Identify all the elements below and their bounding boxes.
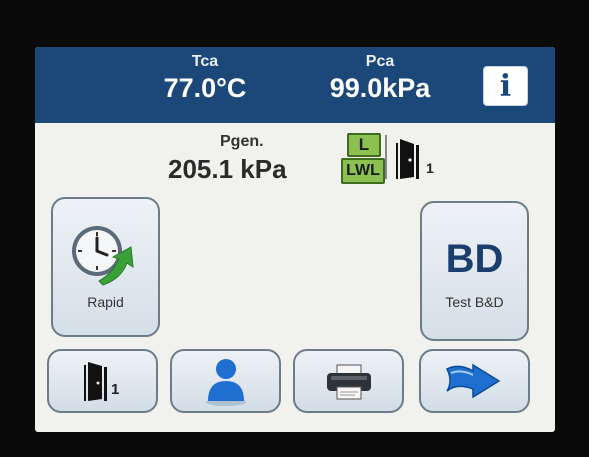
pgen-label: Pgen. (220, 133, 264, 150)
door-status-icon (396, 139, 419, 179)
print-button[interactable] (293, 349, 404, 413)
status-divider (385, 135, 387, 179)
chamber-pressure: Pca 99.0kPa (305, 53, 455, 104)
chamber-temperature: Tca 77.0°C (145, 53, 265, 104)
user-button[interactable] (170, 349, 281, 413)
level-badge-lwl: LWL (341, 158, 385, 184)
rapid-label: Rapid (87, 294, 124, 310)
info-icon: i (499, 68, 512, 104)
pca-value: 99.0kPa (329, 73, 431, 103)
bd-title: BD (445, 237, 504, 281)
tca-label: Tca (191, 53, 219, 70)
touch-screen: Tca 77.0°C Pca 99.0kPa i Pgen. 205.1 kPa… (35, 47, 555, 432)
pca-label: Pca (365, 53, 395, 70)
bowie-dick-test-button[interactable]: BD Test B&D (420, 201, 529, 341)
rapid-cycle-button[interactable]: Rapid (51, 197, 160, 337)
printer-icon (327, 364, 371, 400)
door-icon (84, 362, 107, 401)
user-icon (206, 359, 246, 406)
clock-arrow-icon (72, 226, 134, 286)
door-button[interactable]: 1 (47, 349, 158, 413)
tca-value: 77.0°C (163, 73, 247, 103)
door-status-number: 1 (426, 160, 434, 176)
arrow-right-icon (445, 363, 501, 399)
bd-label: Test B&D (445, 294, 504, 310)
info-button[interactable]: i (483, 66, 528, 106)
next-button[interactable] (419, 349, 530, 413)
door-button-number: 1 (111, 381, 120, 398)
pgen-value: 205.1 kPa (168, 154, 287, 184)
level-badge-l: L (347, 133, 381, 157)
status-header: Tca 77.0°C Pca 99.0kPa i (35, 47, 555, 123)
